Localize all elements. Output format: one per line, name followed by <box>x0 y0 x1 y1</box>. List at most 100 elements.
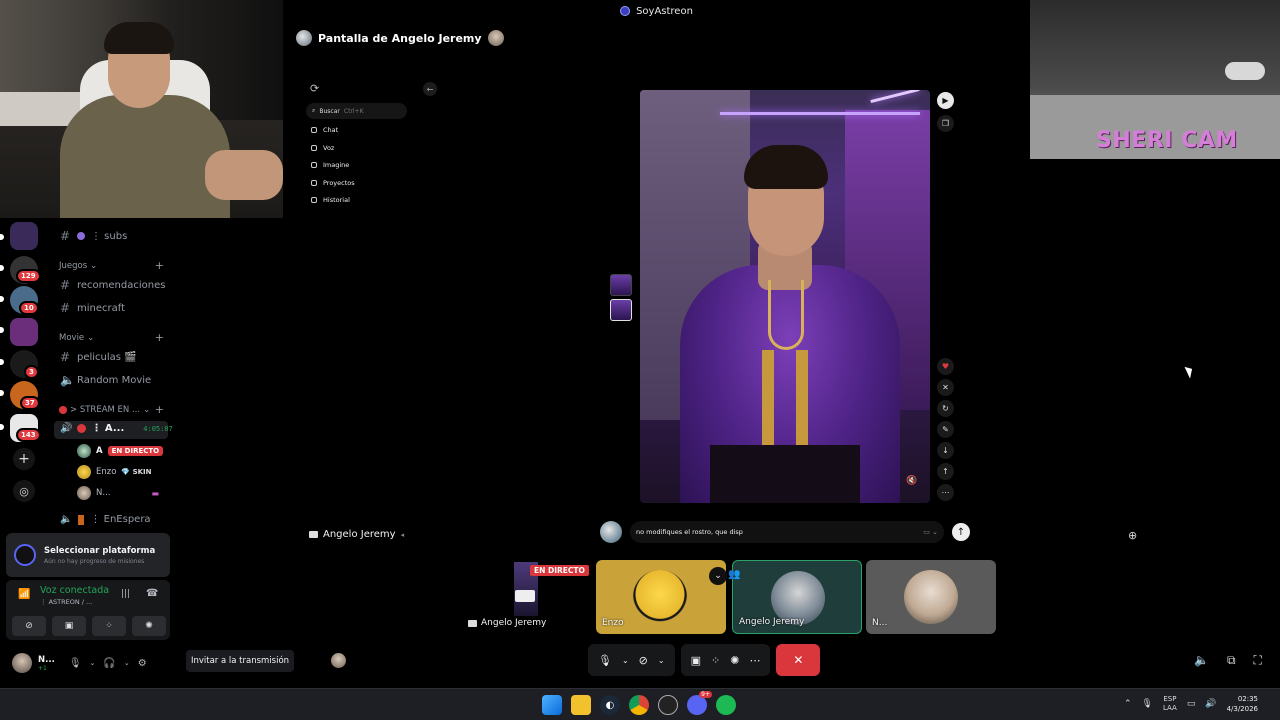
obs-icon[interactable] <box>658 695 678 715</box>
microphone-icon[interactable]: 🎙 <box>1142 699 1153 709</box>
chevron-down-icon[interactable]: ⌄ <box>90 659 96 667</box>
camera-dropdown-icon[interactable]: ▭ ⌄ <box>923 528 938 536</box>
avatar <box>600 521 622 543</box>
language-code: ESP <box>1163 695 1177 703</box>
mute-icon[interactable]: 🔇 <box>906 476 917 486</box>
collapse-sidebar-icon[interactable]: ← <box>423 82 437 96</box>
category-stream[interactable]: > STREAM EN ... ⌄ <box>59 405 150 415</box>
participant-tile-enzo[interactable]: Enzo <box>596 560 726 634</box>
gear-icon[interactable]: ⚙ <box>138 658 147 669</box>
channel-recomendaciones[interactable]: # recomendaciones <box>60 278 165 292</box>
tile-label: Angelo Jeremy <box>481 618 547 628</box>
share-screen-button[interactable]: ▣ <box>52 616 86 636</box>
add-channel-icon[interactable]: + <box>155 259 164 272</box>
server-icon[interactable] <box>10 222 38 250</box>
category-movie[interactable]: Movie ⌄ <box>59 333 94 343</box>
spotify-icon[interactable] <box>716 695 736 715</box>
clock[interactable]: 02:35 4/3/2026 <box>1227 694 1258 714</box>
add-server-icon[interactable]: + <box>13 448 35 470</box>
nav-item-chat[interactable]: Chat <box>311 126 355 134</box>
fullscreen-icon[interactable]: ⛶ <box>1254 653 1262 668</box>
share-screen-icon[interactable]: ▣ <box>691 654 701 667</box>
nav-item-proyectos[interactable]: Proyectos <box>311 179 355 187</box>
tile-name: N... <box>872 618 887 628</box>
channel-enespera[interactable]: 🔈 ⋮ EnEspera <box>60 514 151 525</box>
noise-suppression-icon[interactable]: ||| <box>121 589 130 599</box>
thumbnail[interactable] <box>610 274 632 296</box>
soundboard-icon[interactable]: ✺ <box>730 654 739 667</box>
prompt-input[interactable]: no modifiques el rostro, que disp ▭ ⌄ <box>630 521 944 543</box>
send-icon[interactable]: ↑ <box>952 523 970 541</box>
signal-icon[interactable]: 📶 <box>18 589 30 600</box>
close-icon[interactable]: ✕ <box>937 379 954 396</box>
nav-item-voz[interactable]: Voz <box>311 144 355 152</box>
copy-icon[interactable]: ❐ <box>937 115 954 132</box>
tile-label: Enzo <box>602 618 624 628</box>
search-input[interactable]: ⌕ Buscar Ctrl+K <box>306 103 407 119</box>
chevron-down-icon[interactable]: ⌄ <box>124 659 130 667</box>
disconnect-icon[interactable]: ☎ <box>146 588 158 599</box>
chevron-down-icon[interactable]: ⌄ <box>622 656 629 665</box>
volume-icon[interactable]: 🔈 <box>1194 653 1209 668</box>
platform-card[interactable]: Seleccionar plataforma Aún no hay progre… <box>6 533 170 577</box>
soundboard-button[interactable]: ✺ <box>132 616 166 636</box>
microphone-icon[interactable]: 🎙 <box>598 654 612 667</box>
chevron-up-icon[interactable]: ⌃ <box>1124 699 1132 709</box>
server-icon[interactable] <box>10 318 38 346</box>
active-voice-channel-row[interactable]: 🔊 ⋮ A... 4:05:07 <box>60 423 173 434</box>
chevron-down-icon[interactable]: ⌄ <box>658 656 665 665</box>
invite-stream-button[interactable]: Invitar a la transmisión <box>186 650 294 672</box>
add-channel-icon[interactable]: + <box>155 331 164 344</box>
camera-off-button[interactable]: ⊘ <box>12 616 46 636</box>
discord-icon[interactable]: 9+ <box>687 691 712 715</box>
nav-item-imagine[interactable]: Imagine <box>311 161 355 169</box>
edit-icon[interactable]: ✎ <box>937 421 954 438</box>
activities-button[interactable]: ⁘ <box>92 616 126 636</box>
chrome-icon[interactable] <box>629 695 649 715</box>
video-icon[interactable]: ▶ <box>937 92 954 109</box>
system-tray: ⌃ 🎙 ESP LAA ▭ 🔊 02:35 4/3/2026 <box>1124 694 1258 714</box>
nav-item-historial[interactable]: Historial <box>311 196 355 204</box>
user-info[interactable]: N... +1 <box>38 655 55 672</box>
steam-icon[interactable]: ◐ <box>600 695 620 715</box>
refresh-icon[interactable]: ⟳ <box>310 82 319 95</box>
more-icon[interactable]: ⋯ <box>937 484 954 501</box>
voice-channel-name[interactable]: ⋮ ASTREON / ... <box>40 598 92 606</box>
category-juegos[interactable]: Juegos ⌄ <box>59 261 97 271</box>
voice-user[interactable]: Enzo 💎 SKIN <box>77 465 152 479</box>
avatar[interactable] <box>12 653 32 673</box>
end-stream-button[interactable]: ✕ <box>776 644 821 676</box>
download-icon[interactable]: ↓ <box>937 442 954 459</box>
channel-peliculas[interactable]: # peliculas 🎬 <box>60 350 137 364</box>
language-indicator[interactable]: ESP LAA <box>1163 695 1177 713</box>
channel-minecraft[interactable]: # minecraft <box>60 301 125 315</box>
heart-icon[interactable]: ♥ <box>937 358 954 375</box>
explore-icon[interactable]: ◎ <box>13 480 35 502</box>
voice-user[interactable]: A EN DIRECTO <box>77 444 164 458</box>
add-people-icon[interactable]: 👥 <box>728 569 740 580</box>
activities-icon[interactable]: ⁘ <box>711 654 720 667</box>
windows-start-icon[interactable] <box>542 695 562 715</box>
participant-tile-angelo[interactable]: Angelo Jeremy <box>732 560 862 634</box>
stream-view-controls: 🔈 ⧉ ⛶ <box>1194 653 1262 668</box>
more-icon[interactable]: ⋯ <box>749 654 760 667</box>
add-channel-icon[interactable]: + <box>155 403 164 416</box>
thumbnail-selected[interactable] <box>610 299 632 321</box>
share-icon[interactable]: ↑ <box>937 463 954 480</box>
voice-user[interactable]: N... ▬ <box>77 486 159 500</box>
popout-icon[interactable]: ⧉ <box>1227 653 1236 668</box>
channel-subs[interactable]: # ⋮ subs <box>60 229 127 243</box>
participant-tile-n[interactable]: N... <box>866 560 996 634</box>
network-icon[interactable]: ▭ <box>1187 699 1196 709</box>
chevron-down-icon[interactable]: ⌄ <box>709 567 727 585</box>
microphone-icon[interactable]: 🎙 <box>69 658 82 669</box>
regenerate-icon[interactable]: ↻ <box>937 400 954 417</box>
file-explorer-icon[interactable] <box>571 695 591 715</box>
zoom-icon[interactable]: ⊕ <box>1128 529 1137 542</box>
headphones-icon[interactable]: 🎧 <box>103 658 115 669</box>
participant-tile-live[interactable]: EN DIRECTO Angelo Jeremy <box>462 560 592 634</box>
channel-status-dot <box>59 406 67 414</box>
camera-off-icon[interactable]: ⊘ <box>639 654 648 667</box>
channel-random-movie[interactable]: 🔈 Random Movie <box>60 373 151 387</box>
volume-icon[interactable]: 🔊 <box>1205 699 1216 709</box>
